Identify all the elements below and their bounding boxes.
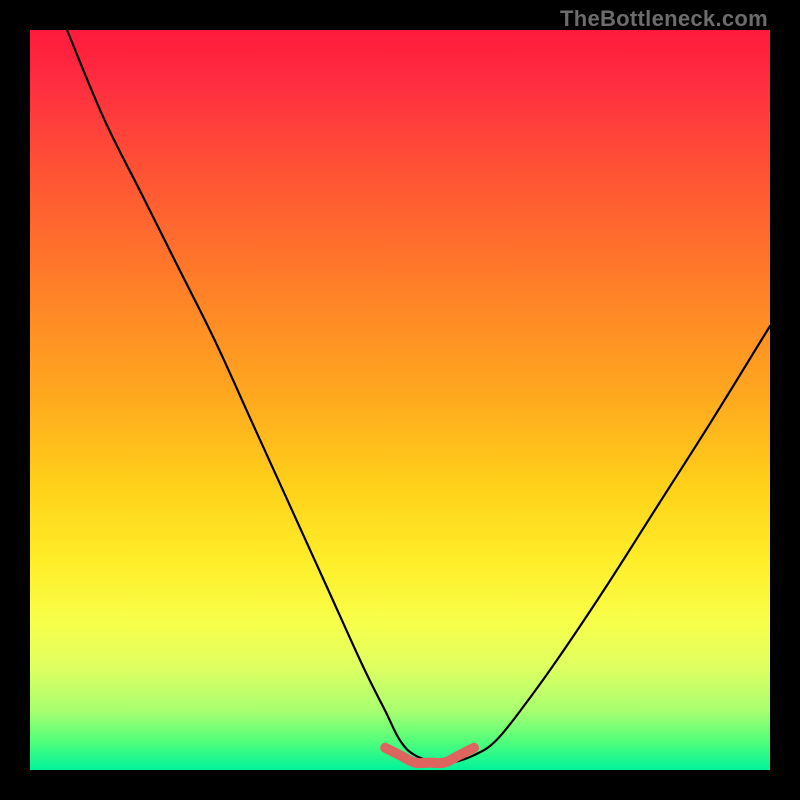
- watermark-text: TheBottleneck.com: [560, 6, 768, 32]
- bottleneck-curve: [67, 30, 770, 764]
- chart-svg: [30, 30, 770, 770]
